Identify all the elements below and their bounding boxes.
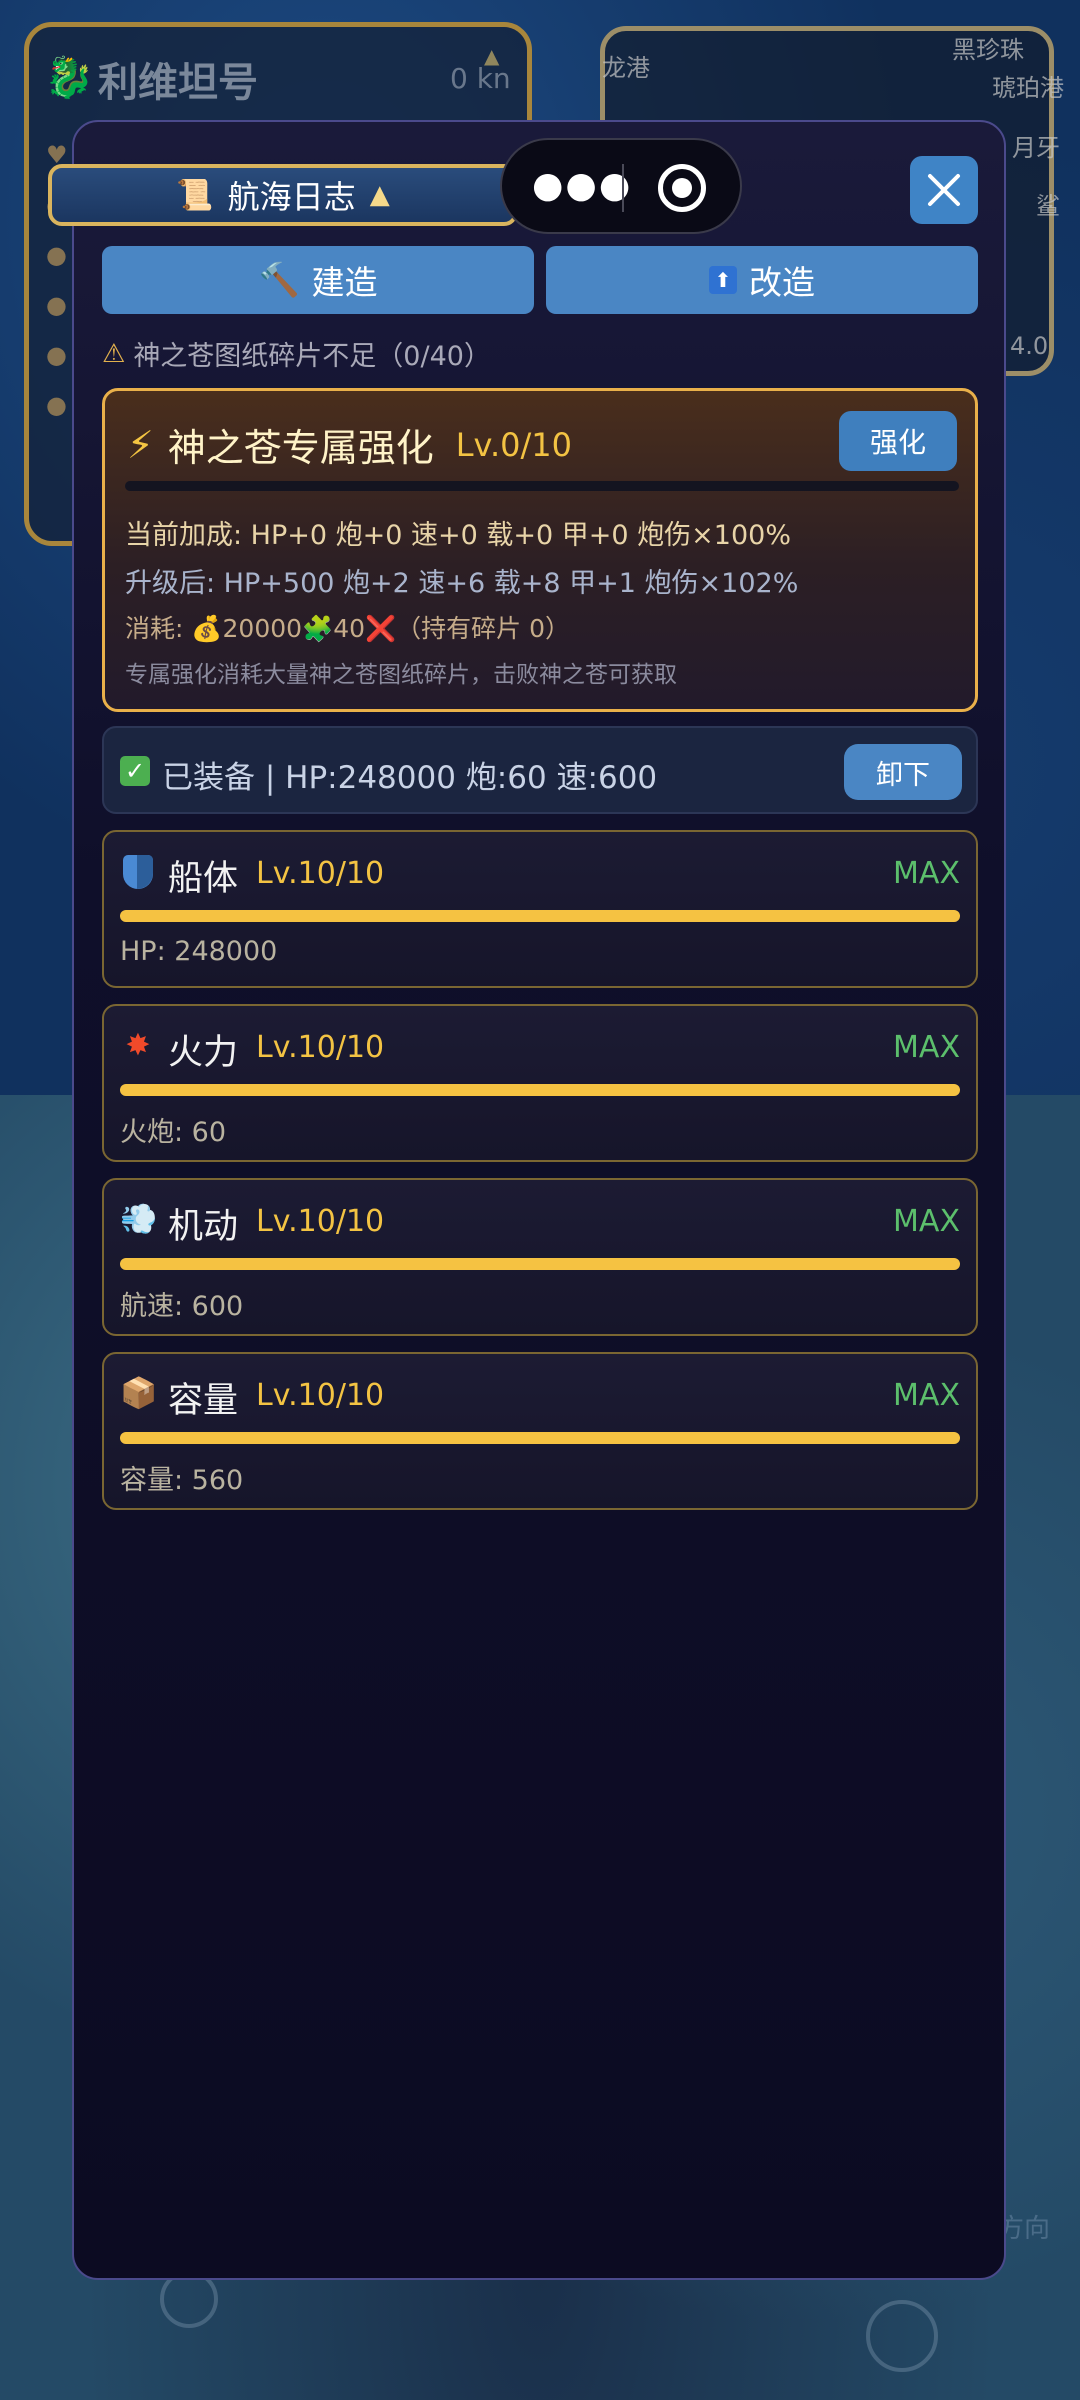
cost-prefix: 消耗:: [125, 614, 192, 643]
enhancement-header: ⚡ 神之苍专属强化 Lv.0/10: [127, 417, 572, 472]
lightning-icon: ⚡: [127, 422, 154, 467]
map-label: 4.0: [1010, 332, 1049, 360]
next-bonus: 升级后: HP+500 炮+2 速+6 载+8 甲+1 炮伤×102%: [125, 568, 799, 599]
miniprogram-capsule: ●●●: [500, 138, 742, 234]
chevron-up-icon: ▲: [369, 180, 390, 210]
close-icon: [928, 174, 960, 206]
build-tab-button[interactable]: 🔨 建造: [102, 246, 534, 314]
stat-progress-bar: [120, 1084, 960, 1096]
enhancement-title: 神之苍专属强化: [167, 426, 434, 470]
upgrade-arrow-icon: ⬆: [709, 266, 737, 294]
map-label: 鲨: [1036, 192, 1060, 220]
ship-name: 利维坦号: [98, 60, 258, 106]
current-bonus: 当前加成: HP+0 炮+0 速+0 载+0 甲+0 炮伤×100%: [125, 520, 791, 551]
map-label: 月牙: [1012, 134, 1060, 162]
equipped-text: 已装备 | HP:248000 炮:60 速:600: [162, 760, 658, 796]
shield-icon: [120, 854, 156, 890]
stat-progress-bar: [120, 1432, 960, 1444]
joystick-ring[interactable]: [866, 2300, 938, 2372]
stat-name: 火力: [168, 1033, 239, 1073]
build-tab-label: 建造: [311, 263, 378, 302]
hammer-icon: 🔨: [258, 260, 300, 299]
insufficient-cross-icon: ❌: [365, 614, 397, 643]
scroll-icon: 📜: [176, 177, 214, 213]
ship-speed: 0 kn: [450, 62, 511, 95]
equipped-status-bar: ✓ 已装备 | HP:248000 炮:60 速:600 卸下: [102, 726, 978, 814]
cost-fragments: 40: [333, 614, 365, 643]
stat-value: HP: 248000: [120, 936, 278, 967]
stat-progress-fill: [120, 1258, 960, 1270]
fragment-warning: ⚠ 神之苍图纸碎片不足（0/40）: [102, 334, 491, 373]
stat-card-mobility: 💨 机动 Lv.10/10 MAX 航速: 600: [102, 1178, 978, 1336]
check-icon: ✓: [120, 756, 150, 786]
map-label: 黑珍珠: [952, 36, 1024, 64]
warning-icon: ⚠: [102, 338, 126, 369]
warning-text: 神之苍图纸碎片不足（0/40）: [133, 341, 491, 372]
stat-value: 火炮: 60: [120, 1117, 227, 1148]
puzzle-piece-icon: 🧩: [302, 614, 334, 643]
cost-held: （持有碎片 0）: [396, 614, 570, 643]
map-label: 琥珀港: [992, 74, 1064, 102]
stat-card-hull: 船体 Lv.10/10 MAX HP: 248000: [102, 830, 978, 988]
stat-max-badge: MAX: [893, 856, 960, 891]
refit-tab-label: 改造: [749, 263, 815, 302]
stat-level: Lv.10/10: [256, 1378, 385, 1413]
enhancement-cost: 消耗: 💰20000🧩40❌（持有碎片 0）: [125, 609, 570, 645]
voyage-log-label: 航海日志: [227, 178, 356, 216]
stat-progress-fill: [120, 1432, 960, 1444]
exclusive-enhancement-card: ⚡ 神之苍专属强化 Lv.0/10 强化 当前加成: HP+0 炮+0 速+0 …: [102, 388, 978, 712]
stat-progress-bar: [120, 910, 960, 922]
stat-max-badge: MAX: [893, 1378, 960, 1413]
explosion-icon: ✸: [125, 1028, 151, 1063]
stat-level: Lv.10/10: [256, 856, 385, 891]
stat-card-firepower: ✸ 火力 Lv.10/10 MAX 火炮: 60: [102, 1004, 978, 1162]
stat-progress-bar: [120, 1258, 960, 1270]
box-icon: 📦: [120, 1376, 158, 1411]
wind-icon: 💨: [120, 1202, 158, 1237]
stat-max-badge: MAX: [893, 1204, 960, 1239]
dragon-icon: 🐉: [44, 55, 94, 101]
stat-progress-fill: [120, 1084, 960, 1096]
stat-level: Lv.10/10: [256, 1030, 385, 1065]
stat-value: 容量: 560: [120, 1465, 244, 1496]
stat-name: 船体: [168, 859, 239, 899]
cost-gold: 20000: [222, 614, 303, 643]
map-label: 龙港: [602, 54, 650, 82]
stat-name: 容量: [168, 1381, 239, 1421]
more-icon[interactable]: ●●●: [532, 166, 632, 206]
enhancement-note: 专属强化消耗大量神之苍图纸碎片，击败神之苍可获取: [125, 662, 677, 688]
refit-tab-button[interactable]: ⬆ 改造: [546, 246, 978, 314]
voyage-log-tab[interactable]: 📜 航海日志 ▲: [48, 164, 518, 226]
close-button[interactable]: [910, 156, 978, 224]
enhance-button[interactable]: 强化: [839, 411, 957, 471]
enhancement-level: Lv.0/10: [455, 425, 573, 464]
stat-level: Lv.10/10: [256, 1204, 385, 1239]
money-bag-icon: 💰: [191, 614, 223, 643]
capsule-divider: [622, 164, 624, 212]
stat-card-capacity: 📦 容量 Lv.10/10 MAX 容量: 560: [102, 1352, 978, 1510]
close-miniprogram-icon[interactable]: [658, 164, 706, 212]
stat-max-badge: MAX: [893, 1030, 960, 1065]
unequip-button[interactable]: 卸下: [844, 744, 962, 800]
enhancement-progress-bar: [125, 481, 959, 491]
stat-name: 机动: [168, 1207, 239, 1247]
stat-progress-fill: [120, 910, 960, 922]
stat-value: 航速: 600: [120, 1291, 244, 1322]
